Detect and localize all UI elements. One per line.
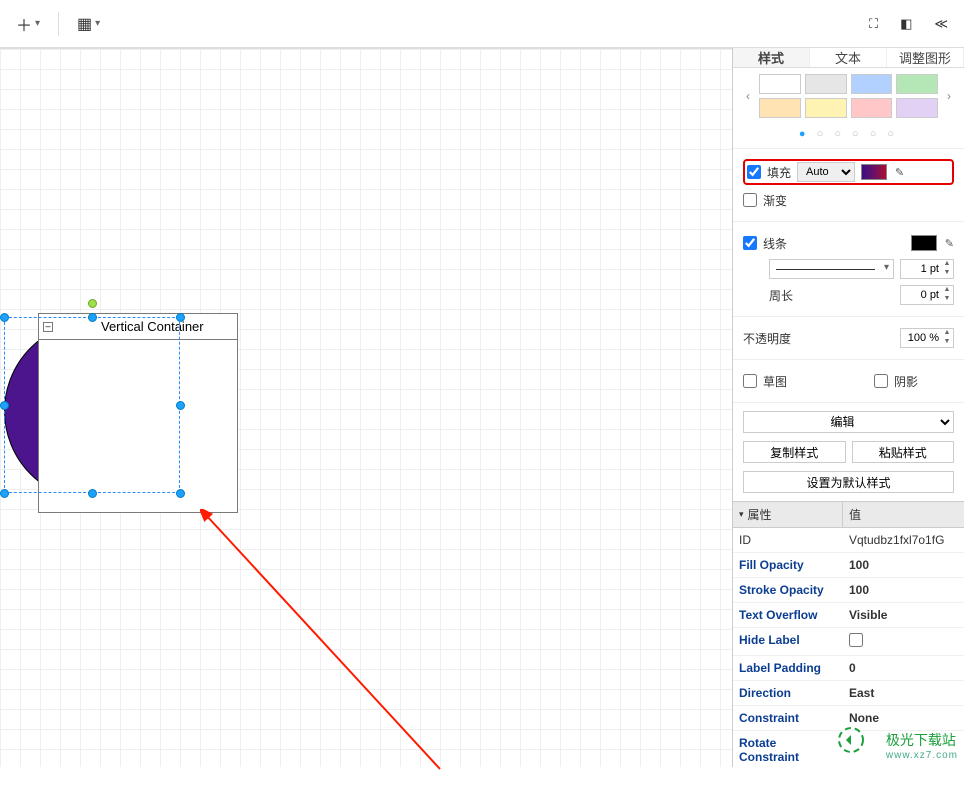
property-key: Rotate Constraint — [733, 731, 843, 767]
property-key: Hide Label — [733, 628, 843, 655]
property-key: Direction — [733, 681, 843, 705]
property-row[interactable]: Fill Opacity100 — [733, 553, 964, 578]
color-swatch[interactable] — [851, 98, 893, 118]
chevron-down-icon: ▾ — [35, 18, 40, 29]
paste-style-button[interactable]: 粘贴样式 — [852, 441, 955, 463]
step-up-icon[interactable]: ▲ — [941, 329, 953, 338]
property-row[interactable]: Rotate Constraint — [733, 731, 964, 767]
container-title: Vertical Container — [101, 319, 204, 334]
step-down-icon[interactable]: ▼ — [941, 269, 953, 278]
property-value[interactable]: None — [843, 706, 964, 730]
toolbar-separator — [58, 12, 59, 36]
add-button[interactable]: ＋▾ — [8, 6, 48, 42]
palette-prev-icon[interactable]: ‹ — [739, 89, 757, 103]
grid-button[interactable]: ▦▾ — [69, 8, 108, 40]
line-color-swatch[interactable] — [911, 235, 937, 251]
fill-label: 填充 — [767, 164, 791, 181]
step-up-icon[interactable]: ▲ — [941, 286, 953, 295]
step-up-icon[interactable]: ▲ — [941, 260, 953, 269]
line-color-edit-icon[interactable]: ✎ — [945, 237, 954, 250]
fill-color-swatch[interactable] — [861, 164, 887, 180]
rotate-handle[interactable] — [88, 299, 97, 308]
canvas[interactable]: – Vertical Container — [0, 48, 732, 767]
format-tabs: 样式 文本 调整图形 — [733, 48, 964, 68]
collapse-props-icon[interactable]: ▾ — [739, 509, 744, 520]
color-swatch[interactable] — [851, 74, 893, 94]
properties-header: ▾属性 值 — [733, 501, 964, 528]
property-checkbox[interactable] — [849, 633, 863, 647]
color-swatch[interactable] — [759, 98, 801, 118]
edit-style-select[interactable]: 编辑 — [743, 411, 954, 433]
palette-pager[interactable]: ● ○ ○ ○ ○ ○ — [733, 124, 964, 148]
opacity-label: 不透明度 — [743, 330, 894, 347]
gradient-checkbox[interactable] — [743, 193, 757, 207]
resize-handle[interactable] — [0, 489, 9, 498]
property-key: Label Padding — [733, 656, 843, 680]
chevron-down-icon: ▾ — [95, 18, 100, 29]
color-swatch[interactable] — [805, 74, 847, 94]
property-key: Constraint — [733, 706, 843, 730]
property-value[interactable] — [843, 731, 964, 767]
property-row[interactable]: Label Padding0 — [733, 656, 964, 681]
tab-arrange[interactable]: 调整图形 — [887, 48, 964, 67]
property-value[interactable]: 0 — [843, 656, 964, 680]
properties-list: IDVqtudbz1fxl7o1fGFill Opacity100Stroke … — [733, 528, 964, 767]
top-toolbar: ＋▾ ▦▾ ⛶ ◧ ≪ — [0, 0, 964, 48]
property-row[interactable]: Hide Label — [733, 628, 964, 656]
fill-mode-select[interactable]: Auto — [797, 162, 855, 182]
collapse-icon[interactable]: ≪ — [926, 10, 956, 38]
tab-text[interactable]: 文本 — [810, 48, 887, 67]
resize-handle[interactable] — [0, 313, 9, 322]
fill-checkbox[interactable] — [747, 165, 761, 179]
format-panel-icon[interactable]: ◧ — [892, 10, 920, 38]
shadow-label: 阴影 — [894, 373, 918, 390]
property-key: Text Overflow — [733, 603, 843, 627]
container-collapse-icon[interactable]: – — [43, 322, 53, 332]
format-panel: 样式 文本 调整图形 ‹ › ● ○ ○ ○ ○ ○ 填充 Auto ✎ 渐变 — [732, 48, 964, 767]
color-swatch[interactable] — [896, 74, 938, 94]
line-style-select[interactable] — [769, 259, 894, 279]
step-down-icon[interactable]: ▼ — [941, 295, 953, 304]
gradient-label: 渐变 — [763, 192, 787, 209]
fullscreen-icon[interactable]: ⛶ — [861, 10, 886, 38]
property-value[interactable]: 100 — [843, 553, 964, 577]
grid-icon: ▦ — [77, 14, 92, 34]
color-swatch[interactable] — [805, 98, 847, 118]
color-swatch[interactable] — [896, 98, 938, 118]
property-value[interactable] — [843, 628, 964, 655]
property-row[interactable]: DirectionEast — [733, 681, 964, 706]
copy-style-button[interactable]: 复制样式 — [743, 441, 846, 463]
property-key: Stroke Opacity — [733, 578, 843, 602]
property-value[interactable]: East — [843, 681, 964, 705]
line-label: 线条 — [763, 235, 787, 252]
fill-row-highlight: 填充 Auto ✎ — [743, 159, 954, 185]
sketch-label: 草图 — [763, 373, 787, 390]
property-key: Fill Opacity — [733, 553, 843, 577]
palette-next-icon[interactable]: › — [940, 89, 958, 103]
color-palette — [757, 74, 940, 118]
property-row[interactable]: ConstraintNone — [733, 706, 964, 731]
property-row[interactable]: IDVqtudbz1fxl7o1fG — [733, 528, 964, 553]
shadow-checkbox[interactable] — [874, 374, 888, 388]
perimeter-label: 周长 — [769, 287, 894, 304]
set-default-style-button[interactable]: 设置为默认样式 — [743, 471, 954, 493]
plus-icon: ＋ — [16, 12, 32, 36]
color-swatch[interactable] — [759, 74, 801, 94]
property-key: ID — [733, 528, 843, 552]
sketch-checkbox[interactable] — [743, 374, 757, 388]
property-value[interactable]: Vqtudbz1fxl7o1fG — [843, 528, 964, 552]
annotation-arrow — [200, 509, 460, 789]
property-value[interactable]: Visible — [843, 603, 964, 627]
tab-style[interactable]: 样式 — [733, 48, 810, 67]
vertical-container-shape[interactable]: – Vertical Container — [38, 313, 238, 513]
property-row[interactable]: Stroke Opacity100 — [733, 578, 964, 603]
line-checkbox[interactable] — [743, 236, 757, 250]
property-value[interactable]: 100 — [843, 578, 964, 602]
step-down-icon[interactable]: ▼ — [941, 338, 953, 347]
fill-color-edit-icon[interactable]: ✎ — [895, 166, 904, 179]
property-row[interactable]: Text OverflowVisible — [733, 603, 964, 628]
